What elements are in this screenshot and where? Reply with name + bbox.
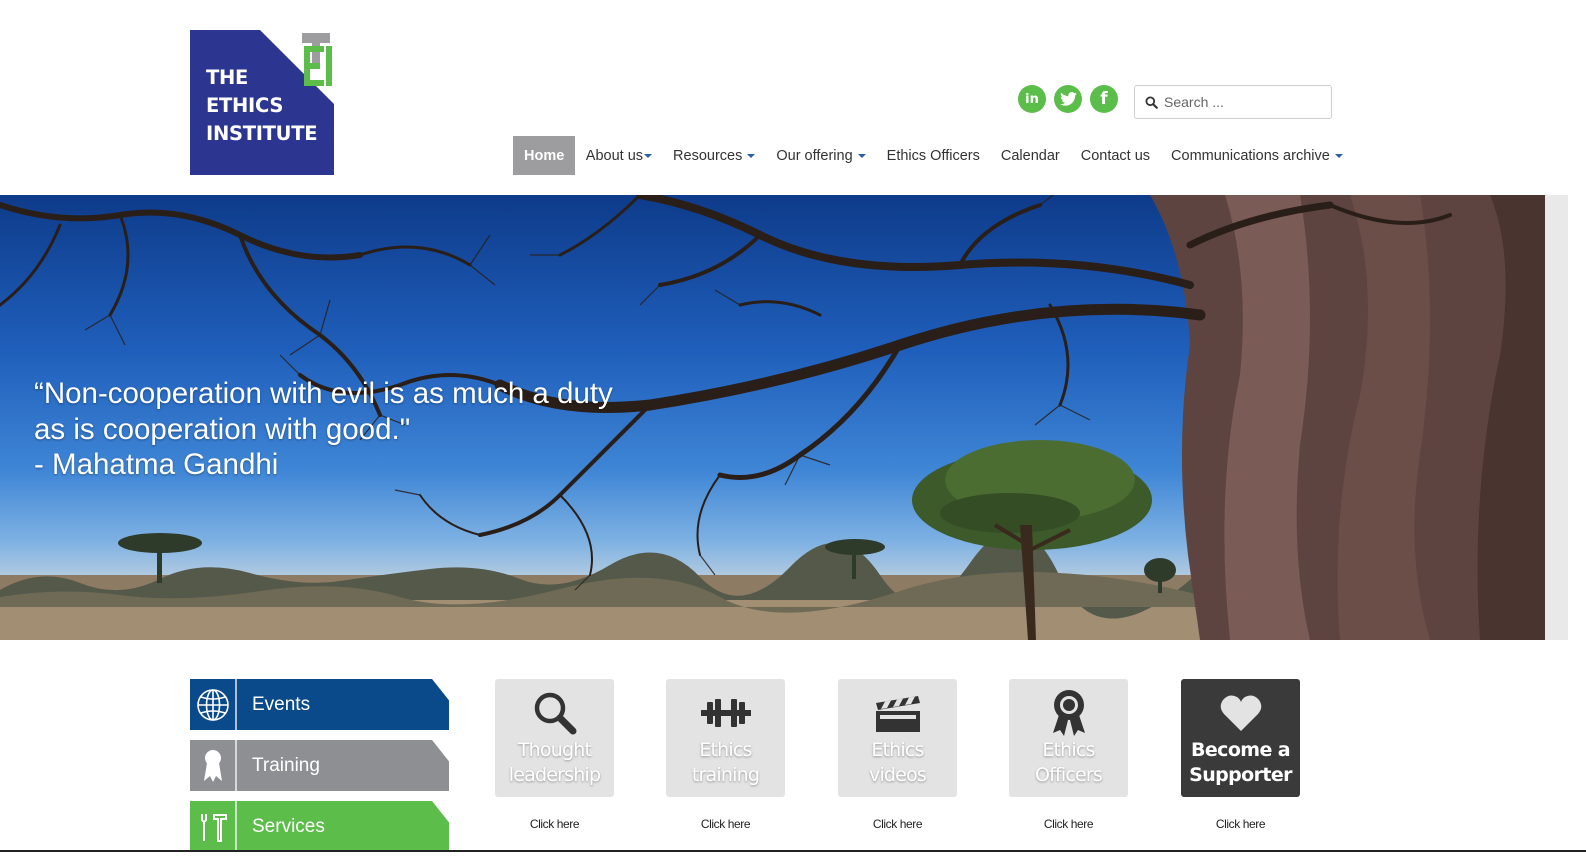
tile-label: Ethics videos: [869, 738, 927, 788]
nav-resources[interactable]: Resources: [663, 136, 766, 175]
caret-down-icon: [857, 153, 866, 158]
nav-label: Our offering: [776, 147, 853, 164]
logo-line-2: ETHICS: [206, 94, 284, 117]
logo-line-3: INSTITUTE: [206, 122, 318, 145]
social-links: in f: [1018, 85, 1118, 113]
training-button[interactable]: Training: [190, 740, 449, 791]
logo-line-1: THE: [206, 66, 249, 89]
clapperboard-icon: [875, 688, 921, 738]
tile-line-2: videos: [869, 764, 927, 786]
nav-ethics-officers[interactable]: Ethics Officers: [876, 136, 990, 175]
tile-ethics-videos[interactable]: Ethics videos: [838, 679, 957, 797]
nav-label: Resources: [673, 147, 743, 164]
click-here-link[interactable]: Click here: [838, 817, 957, 831]
nav-communications-archive[interactable]: Communications archive: [1161, 136, 1354, 175]
tile-label: Thought leadership: [508, 738, 601, 788]
tile-ethics-training[interactable]: Ethics training: [666, 679, 785, 797]
training-label: Training: [237, 740, 449, 791]
nav-about-us[interactable]: About us: [575, 136, 662, 175]
tools-icon: [190, 801, 237, 852]
quote-line-1: “Non-cooperation with evil is as much a …: [34, 377, 613, 410]
nav-label: About us: [585, 147, 644, 164]
award-ribbon-icon: [190, 740, 237, 791]
tile-line-1: Thought: [517, 739, 592, 761]
medal-icon: [1051, 688, 1087, 738]
tile-thought-leadership[interactable]: Thought leadership: [495, 679, 614, 797]
click-here-link[interactable]: Click here: [1181, 817, 1300, 831]
caret-down-icon: [747, 153, 756, 158]
click-here-link[interactable]: Click here: [495, 817, 614, 831]
tile-line-1: Ethics: [871, 739, 924, 761]
dumbbell-icon: [700, 688, 751, 738]
search-input[interactable]: [1164, 94, 1314, 110]
nav-label: Communications archive: [1171, 147, 1330, 164]
tile-label: Ethics Officers: [1034, 738, 1103, 788]
logo-text: THE ETHICS INSTITUTE: [206, 64, 318, 148]
events-label: Events: [237, 679, 449, 730]
twitter-icon[interactable]: [1054, 85, 1082, 113]
search-icon: [1145, 95, 1158, 109]
magnifier-icon: [532, 688, 578, 738]
nav-home[interactable]: Home: [513, 136, 576, 175]
tile-label: Become a Supporter: [1189, 738, 1292, 788]
site-logo[interactable]: THE ETHICS INSTITUTE: [190, 30, 334, 175]
tile-become-supporter[interactable]: Become a Supporter: [1181, 679, 1300, 797]
click-here-link[interactable]: Click here: [666, 817, 785, 831]
events-button[interactable]: Events: [190, 679, 449, 730]
services-label: Services: [237, 801, 449, 852]
tile-line-1: Ethics: [699, 739, 752, 761]
quote-author: - Mahatma Gandhi: [34, 448, 279, 481]
quote-line-2: as is cooperation with good.": [34, 412, 411, 446]
nav-contact-us[interactable]: Contact us: [1070, 136, 1160, 175]
tile-ethics-officers[interactable]: Ethics Officers: [1009, 679, 1128, 797]
search-box[interactable]: [1134, 85, 1332, 119]
nav-calendar[interactable]: Calendar: [990, 136, 1070, 175]
nav-our-offering[interactable]: Our offering: [766, 136, 876, 175]
services-button[interactable]: Services: [190, 801, 449, 852]
click-here-link[interactable]: Click here: [1009, 817, 1128, 831]
tile-line-1: Ethics: [1042, 739, 1095, 761]
page-bottom-border: [0, 850, 1586, 852]
hero-banner: “Non-cooperation with evil is as much a …: [0, 195, 1545, 640]
tile-line-2: Supporter: [1189, 764, 1292, 786]
tile-line-2: leadership: [508, 764, 601, 786]
facebook-icon[interactable]: f: [1090, 85, 1118, 113]
hero-quote: “Non-cooperation with evil is as much a …: [34, 376, 613, 483]
caret-down-icon: [644, 153, 653, 158]
heart-icon: [1220, 688, 1262, 738]
tile-line-2: training: [691, 764, 760, 786]
main-nav: Home About us Resources Our offering Eth…: [513, 136, 1353, 175]
tile-line-1: Become a: [1190, 739, 1291, 761]
hero-side-strip: [1545, 195, 1568, 640]
globe-icon: [190, 679, 237, 730]
linkedin-icon[interactable]: in: [1018, 85, 1046, 113]
caret-down-icon: [1334, 153, 1343, 158]
tile-label: Ethics training: [691, 738, 760, 788]
tile-line-2: Officers: [1034, 764, 1103, 786]
